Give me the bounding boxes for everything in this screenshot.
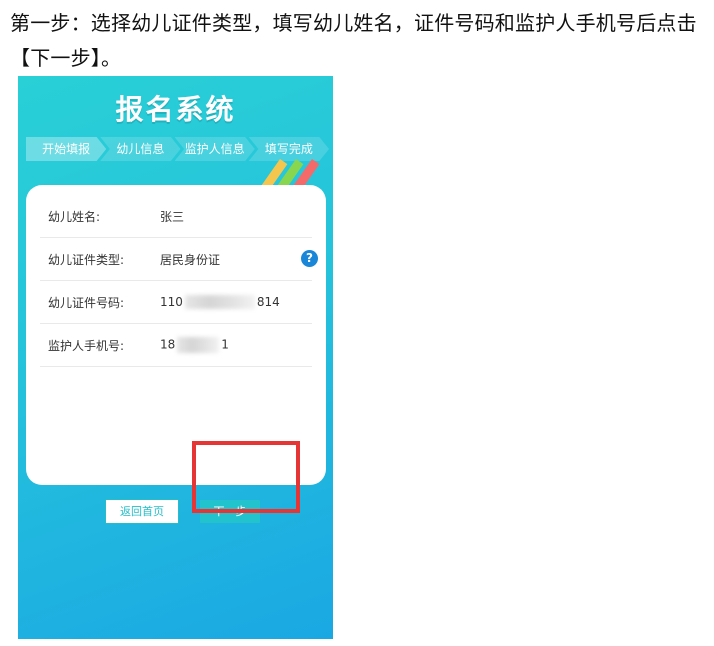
child-name-row[interactable]: 幼儿姓名: 张三 bbox=[40, 195, 312, 238]
child-name-value[interactable]: 张三 bbox=[160, 208, 312, 225]
help-icon[interactable]: ? bbox=[301, 250, 318, 267]
child-name-label: 幼儿姓名: bbox=[48, 209, 101, 224]
id-number-row[interactable]: 幼儿证件号码: 110 814 bbox=[40, 281, 312, 324]
instruction-line-2: 【下一步】。 bbox=[10, 46, 122, 70]
id-number-label: 幼儿证件号码: bbox=[48, 295, 125, 310]
redacted-id-blur bbox=[184, 295, 255, 310]
id-type-label: 幼儿证件类型: bbox=[48, 252, 125, 267]
step-start: 开始填报 bbox=[26, 137, 107, 161]
guardian-phone-label: 监护人手机号: bbox=[48, 338, 125, 353]
step-child-info: 幼儿信息 bbox=[100, 137, 181, 161]
instruction-line-1: 第一步：选择幼儿证件类型，填写幼儿姓名，证件号码和监护人手机号后点击 bbox=[10, 11, 697, 35]
id-number-suffix: 814 bbox=[256, 294, 280, 309]
guardian-phone-prefix: 18 bbox=[160, 337, 176, 352]
guardian-phone-suffix: 1 bbox=[221, 337, 229, 352]
id-number-value[interactable]: 110 814 bbox=[160, 295, 312, 310]
back-home-button[interactable]: 返回首页 bbox=[105, 499, 179, 524]
guardian-phone-value[interactable]: 18 1 bbox=[160, 337, 312, 353]
phone-screenshot: 报名系统 开始填报 幼儿信息 监护人信息 填写完成 幼儿姓名: 张三 幼儿证件类… bbox=[18, 76, 333, 639]
progress-steps: 开始填报 幼儿信息 监护人信息 填写完成 bbox=[26, 137, 329, 161]
id-type-row[interactable]: 幼儿证件类型: 居民身份证 ? bbox=[40, 238, 318, 281]
step-complete: 填写完成 bbox=[248, 137, 329, 161]
id-type-value[interactable]: 居民身份证 bbox=[160, 251, 312, 268]
instruction-text: 第一步：选择幼儿证件类型，填写幼儿姓名，证件号码和监护人手机号后点击 【下一步】… bbox=[10, 6, 710, 76]
redacted-phone-blur bbox=[177, 337, 220, 353]
step-guardian-info: 监护人信息 bbox=[174, 137, 255, 161]
next-step-button[interactable]: 下一步 bbox=[200, 500, 260, 523]
id-number-prefix: 110 bbox=[160, 294, 183, 309]
app-title: 报名系统 bbox=[115, 93, 236, 126]
form-card: 幼儿姓名: 张三 幼儿证件类型: 居民身份证 ? 幼儿证件号码: 110 814 … bbox=[26, 185, 326, 524]
guardian-phone-row[interactable]: 监护人手机号: 18 1 bbox=[40, 324, 312, 367]
